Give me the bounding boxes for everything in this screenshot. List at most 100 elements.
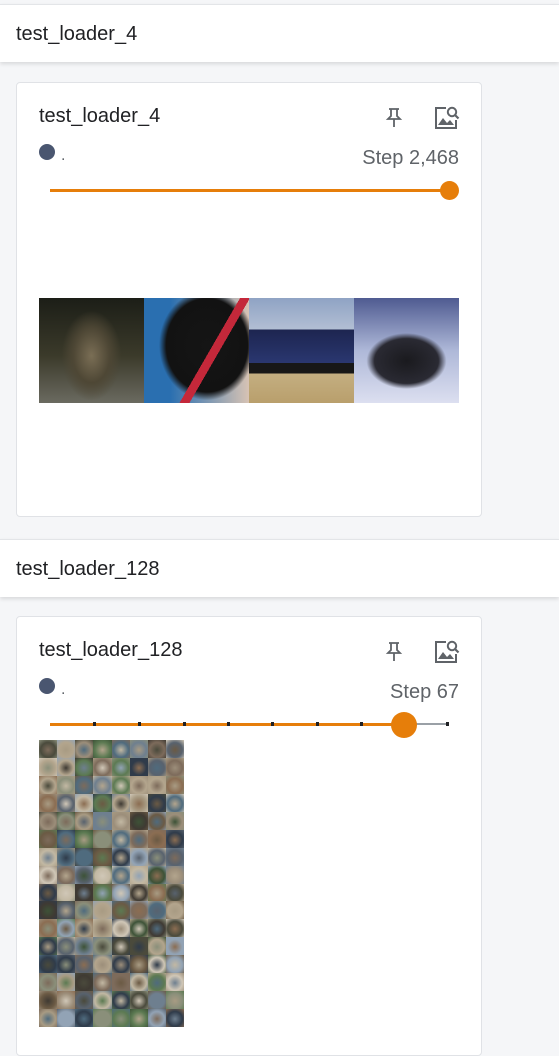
thumbnail-cell [93,1009,112,1027]
thumbnail-cell [129,883,148,902]
thumbnail-cell [57,955,76,974]
image-card-test-loader-4: test_loader_4 . Step 2,468 [16,82,482,517]
thumbnail-cell [57,919,76,938]
thumbnail-cell [111,757,130,776]
sample-image [354,298,459,403]
step-label: Step 67 [390,681,459,703]
thumbnail-cell [165,883,184,902]
slider-tick [316,722,319,726]
thumbnail-cell [129,991,148,1010]
thumbnail-cell [147,901,166,920]
thumbnail-cell [129,919,148,938]
thumbnail-cell [129,865,148,884]
thumbnail-cell [165,901,184,920]
thumbnail-cell [57,740,76,758]
thumbnail-cell [111,883,130,902]
thumbnail-cell [147,919,166,938]
thumbnail-cell [75,793,94,812]
thumbnail-cell [93,811,112,830]
thumbnail-cell [111,865,130,884]
slider-tick [138,722,141,726]
thumbnail-cell [57,811,76,830]
image-card-test-loader-128: test_loader_128 . Step 67 [16,616,482,1056]
thumbnail-cell [75,955,94,974]
thumbnail-cell [147,811,166,830]
thumbnail-cell [93,757,112,776]
thumbnail-cell [75,811,94,830]
thumbnail-cell [93,901,112,920]
thumbnail-cell [111,811,130,830]
section-header-test-loader-128[interactable]: test_loader_128 [0,539,559,597]
thumbnail-cell [75,865,94,884]
thumbnail-cell [39,775,58,794]
thumbnail-cell [129,955,148,974]
thumbnail-cell [39,883,58,902]
slider-tick [360,722,363,726]
thumbnail-cell [75,1009,94,1027]
thumbnail-cell [165,955,184,974]
thumbnail-cell [93,829,112,848]
pin-icon [385,108,403,127]
thumbnail-cell [129,811,148,830]
thumbnail-cell [111,775,130,794]
thumbnail-cell [39,740,58,758]
thumbnail-cell [75,847,94,866]
thumbnail-cell [57,937,76,956]
section-header-test-loader-4[interactable]: test_loader_4 [0,4,559,62]
slider-thumb[interactable] [440,181,459,200]
thumbnail-cell [165,775,184,794]
thumbnail-cell [39,919,58,938]
thumbnail-cell [39,901,58,920]
slider-tick [183,722,186,726]
thumbnail-cell [39,829,58,848]
thumbnail-cell [39,811,58,830]
image-search-icon [435,106,460,129]
step-slider[interactable] [50,178,459,202]
thumbnail-cell [165,793,184,812]
pin-button[interactable] [379,103,409,133]
thumbnail-cell [39,847,58,866]
slider-tick [271,722,274,726]
thumbnail-cell [111,919,130,938]
thumbnail-cell [75,757,94,776]
thumbnail-cell [129,793,148,812]
thumbnail-cell [75,883,94,902]
thumbnail-cell [129,901,148,920]
thumbnail-cell [39,937,58,956]
run-name: . [61,147,66,164]
thumbnail-cell [39,865,58,884]
slider-thumb[interactable] [391,712,417,738]
thumbnail-cell [111,847,130,866]
step-label: Step 2,468 [362,147,459,169]
thumbnail-cell [129,740,148,758]
thumbnail-cell [147,740,166,758]
thumbnail-cell [57,991,76,1010]
thumbnail-cell [75,775,94,794]
thumbnail-cell [165,991,184,1010]
thumbnail-cell [39,793,58,812]
pin-icon [385,642,403,661]
thumbnail-cell [75,901,94,920]
pin-button[interactable] [379,637,409,667]
toggle-actual-size-button[interactable] [431,637,461,667]
thumbnail-cell [111,1009,130,1027]
thumbnail-cell [93,793,112,812]
thumbnail-cell [93,973,112,992]
thumbnail-cell [111,901,130,920]
run-name: . [61,681,66,698]
thumbnail-cell [57,901,76,920]
thumbnail-cell [111,829,130,848]
step-slider[interactable] [50,712,450,738]
slider-tick [227,722,230,726]
thumbnail-cell [129,847,148,866]
thumbnail-cell [147,973,166,992]
toggle-actual-size-button[interactable] [431,103,461,133]
slider-track-filled [50,189,450,192]
thumbnail-cell [57,1009,76,1027]
thumbnail-cell [111,740,130,758]
thumbnail-cell [75,919,94,938]
thumbnail-cell [57,793,76,812]
thumbnail-cell [39,757,58,776]
thumbnail-cell [147,793,166,812]
thumbnail-cell [57,973,76,992]
